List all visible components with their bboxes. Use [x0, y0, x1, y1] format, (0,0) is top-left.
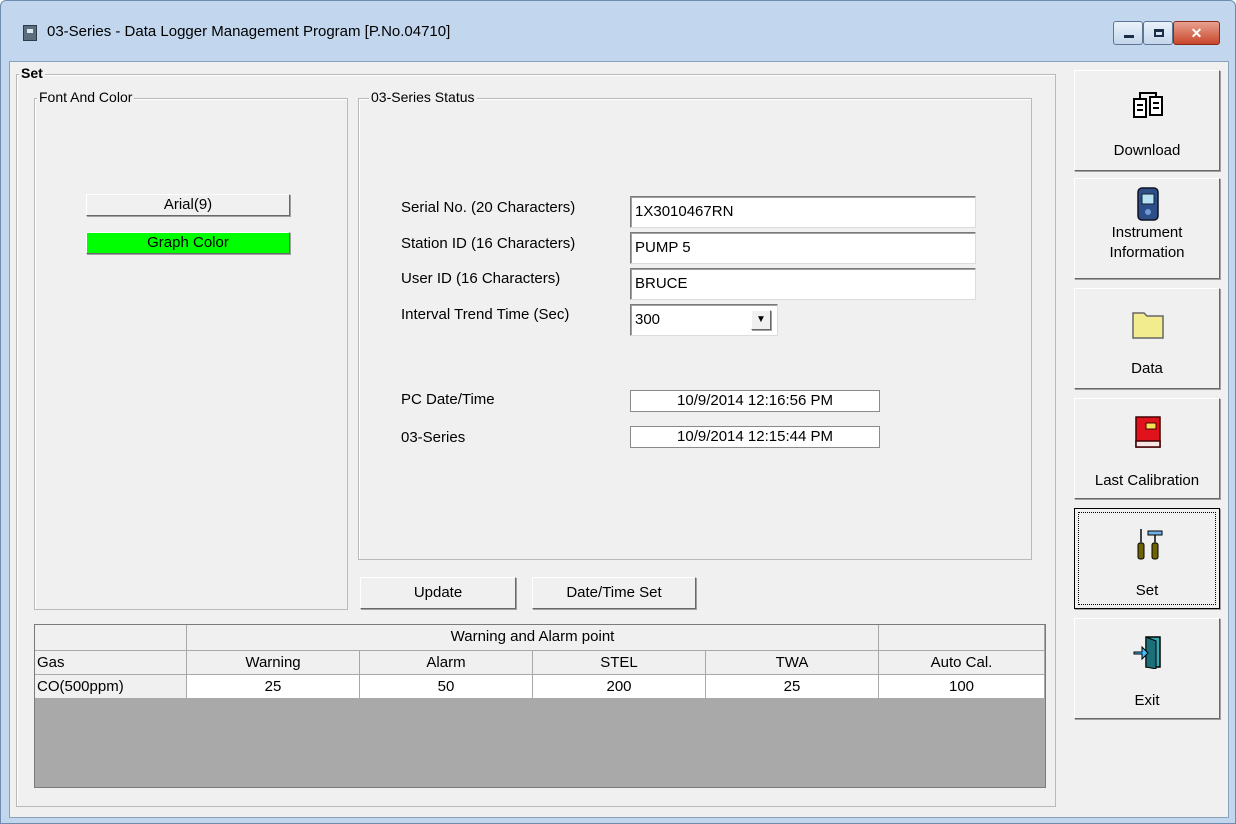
grid-blank-header	[879, 625, 1045, 651]
serial-label: Serial No. (20 Characters)	[401, 199, 576, 216]
table-row-stel[interactable]: 200	[533, 675, 706, 699]
font-button[interactable]: Arial(9)	[86, 194, 290, 216]
table-row-alarm[interactable]: 50	[360, 675, 533, 699]
interval-value: 300	[635, 311, 661, 328]
dropdown-arrow-icon[interactable]: ▼	[751, 310, 771, 330]
tools-icon	[1137, 529, 1163, 560]
interval-select[interactable]: 300 ▼	[630, 304, 778, 336]
grid-col-autocal: Auto Cal.	[879, 651, 1045, 675]
grid-col-twa: TWA	[706, 651, 879, 675]
user-id-input[interactable]: BRUCE	[630, 268, 976, 300]
exit-button[interactable]: Exit	[1074, 618, 1220, 719]
table-row-warning[interactable]: 25	[187, 675, 360, 699]
grid-corner-header	[35, 625, 187, 651]
table-row-twa[interactable]: 25	[706, 675, 879, 699]
alarm-grid[interactable]: Warning and Alarm point Gas Warning Alar…	[34, 624, 1046, 788]
graph-color-button[interactable]: Graph Color	[86, 232, 290, 254]
grid-col-warning: Warning	[187, 651, 360, 675]
app-window: 03-Series - Data Logger Management Progr…	[0, 0, 1236, 824]
font-color-group-label: Font And Color	[37, 89, 135, 105]
device-datetime-label: 03-Series	[401, 429, 466, 446]
table-row-gas[interactable]: CO(500ppm)	[35, 675, 187, 699]
grid-group-header: Warning and Alarm point	[187, 625, 879, 651]
title-bar[interactable]: 03-Series - Data Logger Management Progr…	[1, 1, 1236, 61]
minimize-button[interactable]	[1113, 21, 1143, 45]
table-row-autocal[interactable]: 100	[879, 675, 1045, 699]
user-label: User ID (16 Characters)	[401, 270, 561, 287]
instrument-label-line1: Instrument	[1111, 224, 1183, 241]
close-icon: ✕	[1190, 25, 1203, 41]
datetime-set-button[interactable]: Date/Time Set	[532, 577, 696, 609]
set-group-label: Set	[19, 65, 45, 81]
font-color-group: Font And Color	[34, 89, 348, 610]
grid-col-alarm: Alarm	[360, 651, 533, 675]
station-label: Station ID (16 Characters)	[401, 235, 576, 252]
pc-datetime-value: 10/9/2014 12:16:56 PM	[630, 390, 880, 412]
exit-door-icon	[1133, 636, 1161, 669]
set-label: Set	[1135, 582, 1159, 599]
app-icon	[23, 25, 37, 41]
download-icon	[1133, 92, 1163, 118]
minimize-icon	[1124, 35, 1134, 38]
data-label: Data	[1131, 360, 1163, 377]
data-button[interactable]: Data	[1074, 288, 1220, 389]
instrument-label-line2: Information	[1109, 244, 1185, 261]
serial-input[interactable]: 1X3010467RN	[630, 196, 976, 228]
window-title: 03-Series - Data Logger Management Progr…	[47, 23, 451, 40]
close-button[interactable]: ✕	[1173, 21, 1220, 45]
download-button[interactable]: Download	[1074, 70, 1220, 171]
last-calibration-label: Last Calibration	[1094, 472, 1200, 489]
maximize-button[interactable]	[1143, 21, 1173, 45]
device-datetime-value: 10/9/2014 12:15:44 PM	[630, 426, 880, 448]
set-button[interactable]: Set	[1074, 508, 1220, 609]
update-button[interactable]: Update	[360, 577, 516, 609]
status-group-label: 03-Series Status	[369, 89, 477, 105]
last-calibration-button[interactable]: Last Calibration	[1074, 398, 1220, 499]
pc-datetime-label: PC Date/Time	[401, 391, 495, 408]
client-area: Set Font And Color Arial(9) Graph Color …	[9, 61, 1229, 818]
exit-label: Exit	[1134, 692, 1160, 709]
instrument-icon	[1137, 187, 1159, 221]
grid-col-gas: Gas	[35, 651, 187, 675]
maximize-icon	[1154, 29, 1164, 37]
instrument-info-button[interactable]: Instrument Information	[1074, 178, 1220, 279]
grid-col-stel: STEL	[533, 651, 706, 675]
download-label: Download	[1113, 142, 1181, 159]
station-id-input[interactable]: PUMP 5	[630, 232, 976, 264]
interval-label: Interval Trend Time (Sec)	[401, 306, 570, 323]
book-icon	[1135, 416, 1161, 448]
folder-icon	[1132, 312, 1164, 339]
